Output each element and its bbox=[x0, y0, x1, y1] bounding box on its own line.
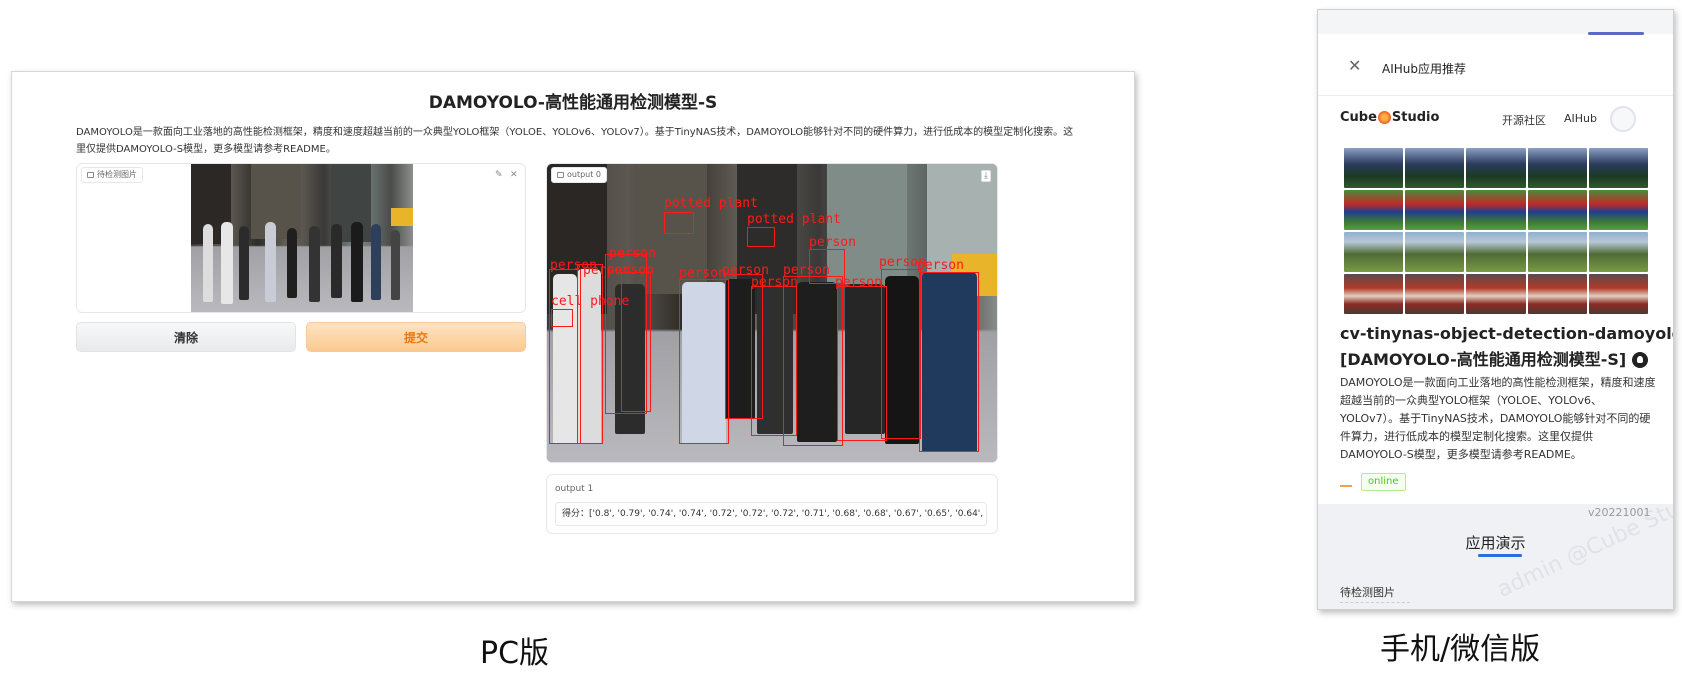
close-icon[interactable]: ✕ bbox=[1348, 56, 1361, 75]
mobile-input-label: 待检测图片 bbox=[1340, 586, 1395, 599]
detection-box bbox=[919, 272, 979, 452]
detection-label: person bbox=[809, 235, 856, 250]
score-textbox[interactable]: 得分：['0.8', '0.79', '0.74', '0.74', '0.72… bbox=[555, 502, 987, 526]
detection-label: cell phone bbox=[551, 294, 630, 309]
mobile-app-window: ✕ AIHub应用推荐 Cube Studio 开源社区 AIHub cv-ti… bbox=[1317, 9, 1674, 610]
detection-label: person bbox=[607, 263, 654, 278]
detection-label: person bbox=[679, 266, 726, 281]
detection-box bbox=[881, 269, 921, 439]
input-photo bbox=[191, 164, 413, 312]
mobile-header: ✕ AIHub应用推荐 bbox=[1318, 36, 1673, 96]
detection-box bbox=[783, 276, 843, 446]
detection-box bbox=[577, 264, 603, 444]
input-image-panel[interactable]: 待检测图片 ✎ ✕ bbox=[76, 163, 526, 313]
app-description: DAMOYOLO是一款面向工业落地的高性能检测框架，精度和速度超越当前的一众典型… bbox=[1340, 376, 1656, 461]
app-subtitle: [DAMOYOLO-高性能通用检测模型-S] bbox=[1340, 348, 1649, 372]
sun-icon bbox=[1377, 111, 1391, 124]
detection-label: potted plant bbox=[664, 196, 758, 211]
nav-open-source[interactable]: 开源社区 bbox=[1502, 112, 1546, 128]
output-image-panel: potted plant potted plant person person … bbox=[546, 163, 998, 463]
pencil-icon[interactable]: ✎ bbox=[495, 170, 503, 180]
page-description: DAMOYOLO是一款面向工业落地的高性能检测框架，精度和速度超越当前的一众典型… bbox=[76, 127, 1074, 155]
app-title: cv-tinynas-object-detection-damoyolo bbox=[1340, 324, 1674, 343]
detection-label: person bbox=[917, 258, 964, 273]
avatar[interactable] bbox=[1610, 106, 1636, 132]
detection-box bbox=[664, 212, 694, 234]
cube-studio-logo[interactable]: Cube Studio bbox=[1340, 110, 1439, 125]
input-image-label: 待检测图片 bbox=[81, 167, 143, 183]
image-icon bbox=[557, 172, 564, 178]
nav-aihub[interactable]: AIHub bbox=[1564, 112, 1597, 125]
submit-button[interactable]: 提交 bbox=[306, 322, 526, 352]
pc-caption: PC版 bbox=[480, 636, 550, 671]
progress-dots bbox=[1340, 485, 1352, 487]
clear-button[interactable]: 清除 bbox=[76, 322, 296, 352]
detection-label: person bbox=[609, 246, 656, 261]
github-icon[interactable] bbox=[1632, 352, 1649, 368]
output1-label: output 1 bbox=[555, 484, 594, 494]
detection-box bbox=[551, 309, 573, 327]
detection-box bbox=[621, 272, 651, 412]
tab-underline bbox=[1478, 554, 1522, 557]
page-title: DAMOYOLO-高性能通用检测模型-S bbox=[428, 93, 718, 113]
detection-box bbox=[837, 286, 887, 441]
output0-label: output 0 bbox=[551, 167, 608, 183]
pc-app-window: DAMOYOLO-高性能通用检测模型-S DAMOYOLO是一款面向工业落地的高… bbox=[11, 71, 1135, 602]
app-preview-grid bbox=[1344, 148, 1648, 314]
mobile-header-title: AIHub应用推荐 bbox=[1382, 62, 1466, 76]
image-icon bbox=[87, 172, 94, 178]
close-icon[interactable]: ✕ bbox=[510, 170, 518, 180]
output1-panel: output 1 得分：['0.8', '0.79', '0.74', '0.7… bbox=[546, 474, 998, 534]
detection-box bbox=[747, 227, 775, 247]
detection-label: potted plant bbox=[747, 212, 841, 227]
download-icon[interactable]: ⤓ bbox=[981, 170, 991, 182]
mobile-nav: Cube Studio 开源社区 AIHub bbox=[1318, 96, 1673, 144]
detection-label: person bbox=[835, 275, 882, 290]
detection-box bbox=[679, 279, 729, 444]
status-badge: online bbox=[1361, 473, 1406, 491]
mobile-caption: 手机/微信版 bbox=[1380, 632, 1541, 667]
